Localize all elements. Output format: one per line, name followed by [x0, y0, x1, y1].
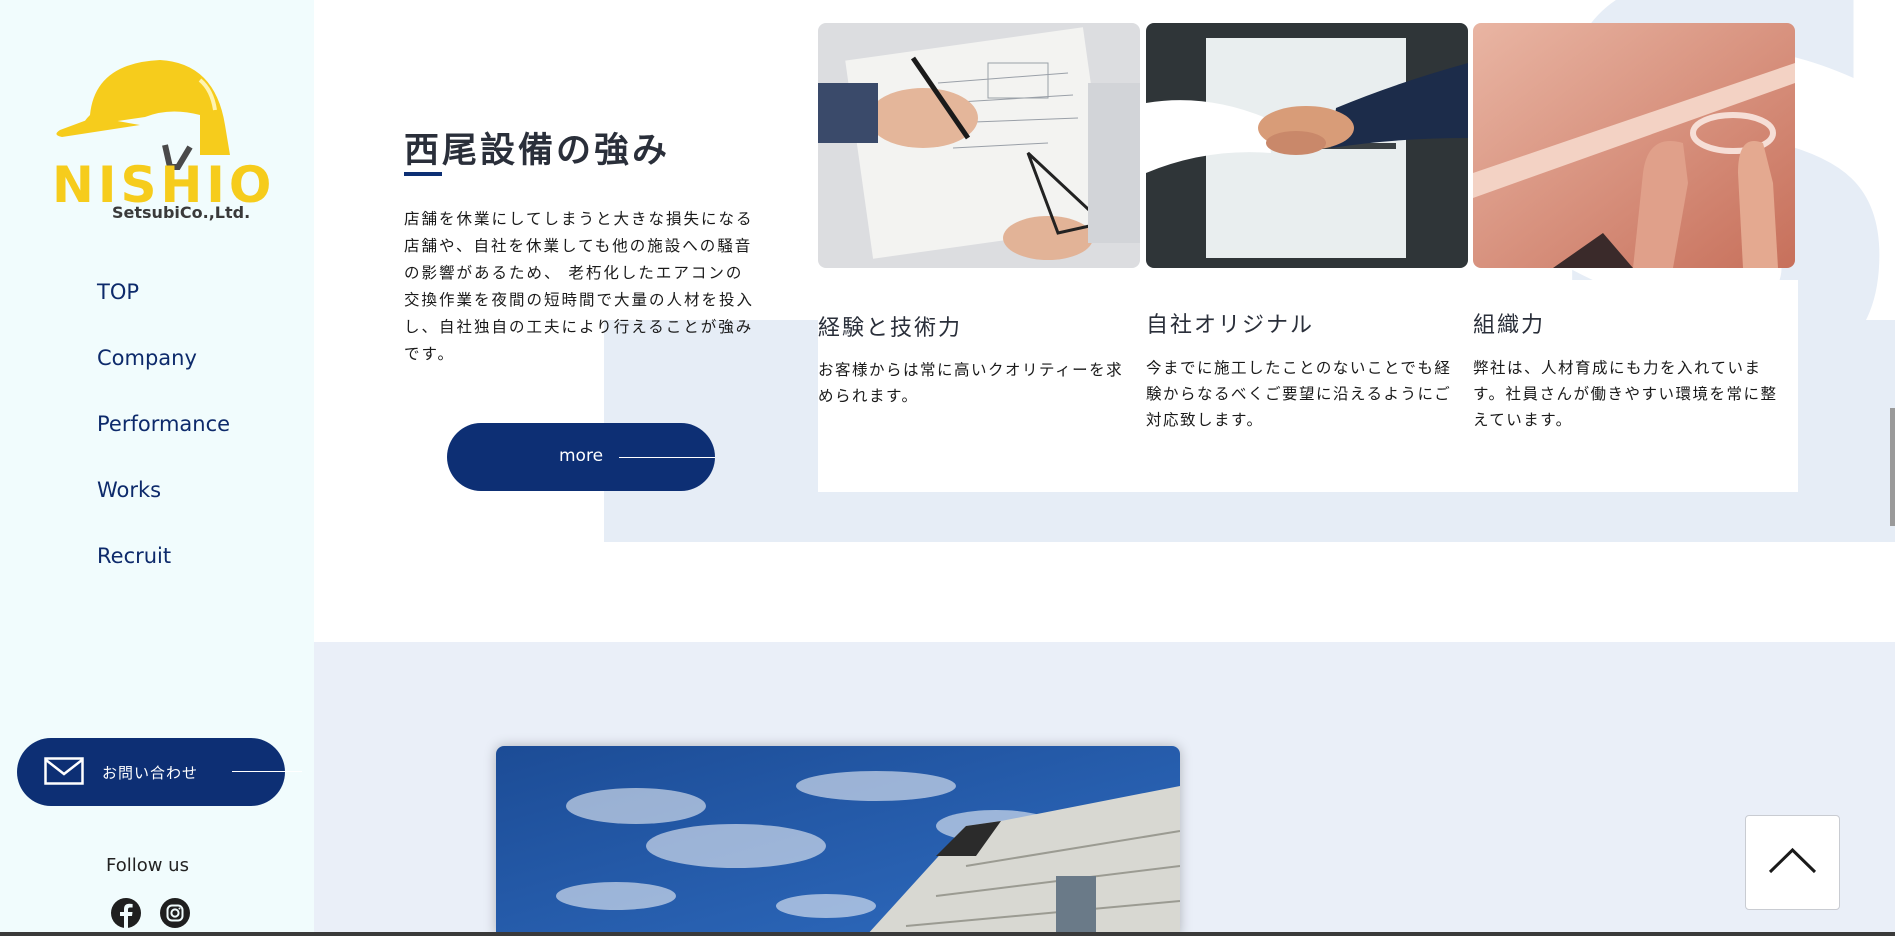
scroll-to-top-button[interactable]: [1745, 815, 1840, 910]
nav-item-performance[interactable]: Performance: [97, 412, 230, 478]
card-title-original: 自社オリジナル: [1146, 313, 1315, 338]
photo-building: [496, 746, 1180, 936]
instagram-icon[interactable]: [159, 897, 191, 929]
nav-item-works[interactable]: Works: [97, 478, 230, 544]
nav-item-company[interactable]: Company: [97, 346, 230, 412]
contact-button-label: お問い合わせ: [102, 764, 199, 782]
sidebar: NISHIO SetsubiCo.,Ltd. TOP Company Perfo…: [0, 0, 314, 936]
nav-item-recruit[interactable]: Recruit: [97, 544, 230, 610]
follow-us-label: Follow us: [106, 855, 189, 876]
photo-drafting: [818, 23, 1140, 268]
card-text-experience: お客様からは常に高いクオリティーを求められます。: [818, 361, 1124, 405]
contact-button[interactable]: お問い合わせ: [17, 738, 302, 806]
more-button[interactable]: more: [447, 423, 715, 491]
contact-button-line: [232, 771, 302, 772]
photo-handshake: [1146, 23, 1468, 268]
nav-item-top[interactable]: TOP: [97, 280, 230, 346]
chevron-up-icon: [1768, 847, 1817, 874]
photo-ceiling-work: [1473, 23, 1795, 268]
card-text-original: 今までに施工したことのないことでも経験からなるべくご要望に沿えるようにご対応致し…: [1146, 359, 1452, 429]
logo-subtitle: SetsubiCo.,Ltd.: [112, 203, 251, 222]
more-button-line: [619, 457, 715, 458]
main-nav: TOP Company Performance Works Recruit: [97, 280, 230, 610]
title-underline: [404, 172, 442, 176]
card-title-experience: 経験と技術力: [818, 316, 963, 341]
section-description: 店舗を休業にしてしまうと大きな損失になる店舗や、自社を休業しても他の施設への騒音…: [404, 210, 755, 363]
more-button-label: more: [559, 446, 604, 466]
facebook-icon[interactable]: [110, 897, 142, 929]
card-text-organization: 弊社は、人材育成にも力を入れています。社員さんが働きやすい環境を常に整えています…: [1473, 359, 1778, 429]
section-title: 西尾設備の強み: [404, 131, 671, 171]
mail-icon: [44, 757, 84, 785]
card-title-organization: 組織力: [1473, 313, 1546, 338]
scrollbar-thumb[interactable]: [1890, 408, 1895, 526]
window-bottom-edge: [0, 932, 1895, 936]
